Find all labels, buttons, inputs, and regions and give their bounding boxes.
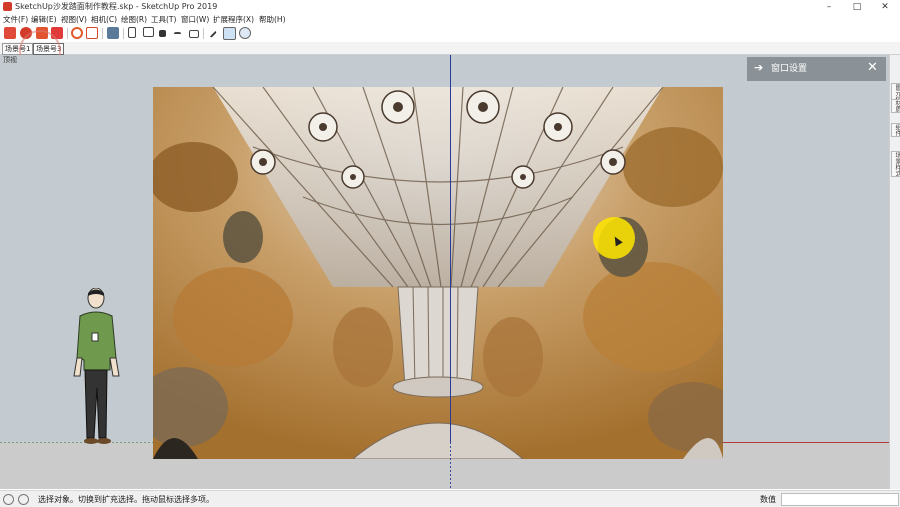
- resize-icon[interactable]: [207, 28, 217, 38]
- panel-close-icon[interactable]: ✕: [867, 61, 878, 75]
- building-icon[interactable]: [86, 27, 98, 39]
- drawing-viewport[interactable]: 顶视: [0, 55, 889, 489]
- menu-file[interactable]: 文件(F): [3, 14, 28, 25]
- toolbar: [0, 25, 900, 43]
- settings-icon[interactable]: [71, 27, 83, 39]
- blue-axis-below: [450, 442, 451, 489]
- view-label: 顶视: [3, 56, 17, 64]
- menu-help[interactable]: 帮助(H): [259, 14, 286, 25]
- outliner-icon[interactable]: [223, 27, 236, 40]
- status-text: 选择对象。切换到扩充选择。拖动鼠标选择多项。: [38, 495, 214, 504]
- info-icon[interactable]: [3, 494, 14, 505]
- tray-tab-components[interactable]: 组件: [891, 123, 900, 137]
- menu-window[interactable]: 窗口(W): [181, 14, 209, 25]
- window-settings-panel[interactable]: ➔ 窗口设置 ✕: [747, 57, 886, 81]
- minimize-button[interactable]: –: [816, 0, 842, 14]
- arrow-right-icon[interactable]: ➔: [754, 62, 763, 74]
- close-button[interactable]: ✕: [872, 0, 898, 14]
- box-view-icon[interactable]: [143, 27, 154, 37]
- measurements-label: 数值: [760, 495, 776, 504]
- status-bar: 选择对象。切换到扩充选择。拖动鼠标选择多项。 数值: [0, 490, 900, 507]
- window-title: SketchUp沙发踏面制作教程.skp - SketchUp Pro 2019: [15, 2, 218, 11]
- menu-view[interactable]: 视图(V): [61, 14, 87, 25]
- menu-draw[interactable]: 绘图(R): [121, 14, 147, 25]
- panel-title: 窗口设置: [771, 64, 808, 74]
- shaded-icon[interactable]: [174, 32, 181, 36]
- blue-axis: [450, 55, 451, 442]
- component-icon[interactable]: [239, 27, 251, 39]
- scale-figure[interactable]: [72, 287, 128, 448]
- red-scene-icon[interactable]: [4, 27, 16, 39]
- menu-edit[interactable]: 编辑(E): [31, 14, 57, 25]
- tray-tab-materials[interactable]: 材质: [891, 99, 900, 113]
- print-icon[interactable]: [107, 27, 119, 39]
- solid-view-icon[interactable]: [159, 30, 166, 37]
- default-tray: 图元信息 材质 组件 场景样式: [889, 55, 900, 489]
- menu-camera[interactable]: 相机(C): [91, 14, 117, 25]
- menu-bar: 文件(F) 编辑(E) 视图(V) 相机(C) 绘图(R) 工具(T) 窗口(W…: [0, 14, 900, 25]
- menu-extensions[interactable]: 扩展程序(X): [213, 14, 254, 25]
- tray-tab-scenes[interactable]: 场景样式: [891, 151, 900, 177]
- menu-tools[interactable]: 工具(T): [151, 14, 176, 25]
- xray-icon[interactable]: [189, 30, 199, 38]
- scene-tabs: 场景号1 场景号3: [0, 42, 900, 55]
- front-view-icon[interactable]: [128, 27, 136, 38]
- measurements-input[interactable]: [781, 493, 899, 506]
- sketchup-logo-icon: [3, 2, 12, 11]
- maximize-button[interactable]: □: [844, 0, 870, 14]
- ceiling-image[interactable]: [153, 87, 723, 459]
- title-bar: SketchUp沙发踏面制作教程.skp - SketchUp Pro 2019…: [0, 0, 900, 14]
- credits-icon[interactable]: [18, 494, 29, 505]
